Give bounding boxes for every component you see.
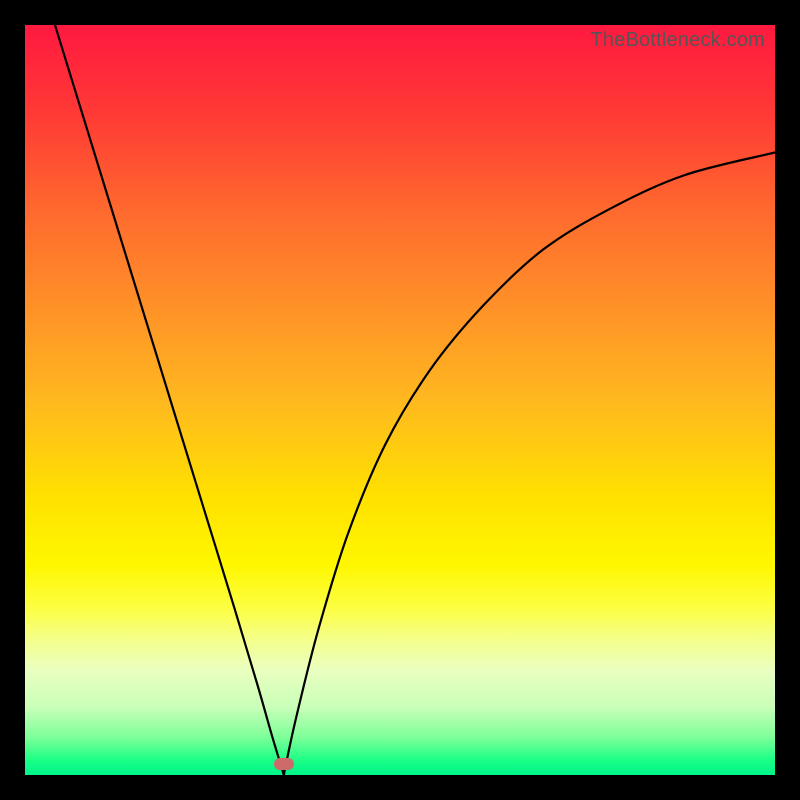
curve-right-branch xyxy=(284,153,775,776)
optimal-point-marker xyxy=(274,758,294,770)
chart-frame: TheBottleneck.com xyxy=(0,0,800,800)
chart-plot-area: TheBottleneck.com xyxy=(25,25,775,775)
watermark-label: TheBottleneck.com xyxy=(590,29,765,52)
bottleneck-curve xyxy=(25,25,775,775)
curve-left-branch xyxy=(55,25,284,775)
